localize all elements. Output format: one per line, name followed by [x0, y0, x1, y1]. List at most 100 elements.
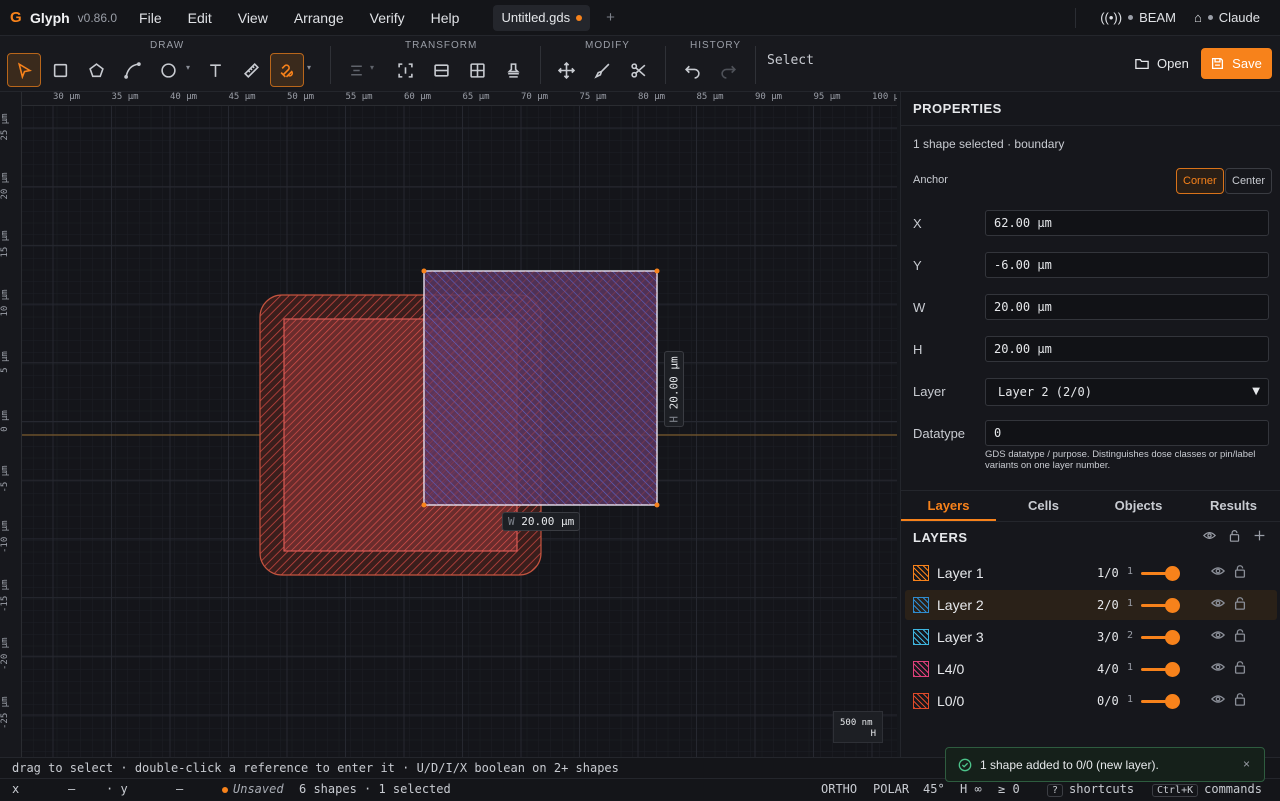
eye-icon[interactable]	[1203, 529, 1216, 542]
snap-tool-button[interactable]	[270, 53, 304, 87]
distribute-icon	[433, 63, 449, 77]
fit-selection-button[interactable]	[388, 53, 422, 87]
opacity-slider-handle[interactable]	[1165, 598, 1180, 613]
tab-layers[interactable]: Layers	[901, 491, 996, 521]
layer-name: Layer 1	[937, 565, 984, 581]
h-input[interactable]: 20.00 µm	[985, 336, 1269, 362]
unlock-icon[interactable]	[1233, 564, 1247, 583]
eye-icon[interactable]	[1210, 596, 1226, 615]
eye-icon[interactable]	[1210, 692, 1226, 711]
claude-connection[interactable]: ⌂ Claude	[1194, 10, 1260, 25]
eye-icon[interactable]	[1210, 628, 1226, 647]
w-input[interactable]: 20.00 µm	[985, 294, 1269, 320]
layer-row[interactable]: Layer 3 3/0 2	[905, 622, 1277, 652]
commands-button[interactable]: Ctrl+K commands	[1152, 779, 1262, 801]
path-tool-button[interactable]	[115, 53, 149, 87]
menu-edit[interactable]: Edit	[188, 10, 212, 26]
opacity-slider-handle[interactable]	[1165, 566, 1180, 581]
resize-handle[interactable]	[421, 268, 427, 274]
ruler-left[interactable]: 25 µm 20 µm 15 µm 10 µm 5 µm 0 µm -5 µm -10 µm -…	[0, 92, 22, 757]
curve-icon	[123, 61, 141, 79]
datatype-label: Datatype	[913, 426, 966, 441]
eye-icon[interactable]	[1210, 564, 1226, 583]
new-tab-button[interactable]: +	[606, 9, 615, 26]
toolbar-divider	[755, 46, 756, 84]
layer-shape-count: 1	[1127, 598, 1134, 609]
polygon-tool-button[interactable]	[79, 53, 113, 87]
plus-icon[interactable]	[1253, 529, 1266, 542]
ruler-top[interactable]: 30 µm 35 µm 40 µm 45 µm 50 µm 55 µm 60 µm 65 µm…	[0, 92, 897, 106]
cut-button[interactable]	[621, 53, 655, 87]
y-input[interactable]: -6.00 µm	[985, 252, 1269, 278]
ortho-toggle[interactable]: ORTHO	[821, 779, 857, 800]
tab-cells[interactable]: Cells	[996, 491, 1091, 521]
shape-layer2-crosshatch	[424, 271, 657, 505]
ruler-tool-button[interactable]	[234, 53, 268, 87]
layer-row[interactable]: Layer 2 2/0 1	[905, 590, 1277, 620]
tab-results[interactable]: Results	[1186, 491, 1280, 521]
menu-file[interactable]: File	[139, 10, 162, 26]
unlock-icon[interactable]	[1233, 660, 1247, 679]
layer-row[interactable]: L4/0 4/0 1	[905, 654, 1277, 684]
move-button[interactable]	[549, 53, 583, 87]
tab-objects[interactable]: Objects	[1091, 491, 1186, 521]
circle-icon	[160, 62, 176, 78]
rectangle-tool-button[interactable]	[43, 53, 77, 87]
x-input[interactable]: 62.00 µm	[985, 210, 1269, 236]
unlock-icon[interactable]	[1228, 529, 1241, 542]
layer-name: Layer 3	[937, 629, 984, 645]
save-button[interactable]: Save	[1201, 48, 1272, 79]
unlock-icon[interactable]	[1233, 692, 1247, 711]
distribute-button[interactable]	[424, 53, 458, 87]
circle-tool-button[interactable]	[151, 53, 185, 87]
claude-label: Claude	[1218, 10, 1260, 25]
anchor-center-button[interactable]: Center	[1225, 168, 1273, 194]
chevron-down-icon[interactable]: ▾	[186, 63, 190, 72]
unlock-icon[interactable]	[1233, 596, 1247, 615]
x-label: X	[913, 216, 922, 231]
opacity-slider-handle[interactable]	[1165, 662, 1180, 677]
chevron-down-icon[interactable]: ▾	[307, 63, 311, 72]
array-button[interactable]	[460, 53, 494, 87]
layer-row[interactable]: L0/0 0/0 1	[905, 686, 1277, 716]
menu-verify[interactable]: Verify	[370, 10, 405, 26]
magnet-icon	[280, 63, 293, 77]
layout-canvas[interactable]: 30 µm 35 µm 40 µm 45 µm 50 µm 55 µm 60 µm 65 µm…	[0, 92, 897, 757]
ruler-y-tick: -10 µm	[0, 520, 10, 553]
document-tab[interactable]: Untitled.gds	[493, 4, 591, 31]
toast-notification: 1 shape added to 0/0 (new layer). ×	[945, 747, 1265, 782]
anchor-corner-button[interactable]: Corner	[1176, 168, 1224, 194]
resize-handle[interactable]	[421, 502, 427, 508]
layer-name: L0/0	[937, 693, 965, 709]
stamp-button[interactable]	[496, 53, 530, 87]
ge-limit: ≥ 0	[998, 782, 1020, 796]
cursor-x-label: x	[12, 782, 20, 796]
redo-button[interactable]	[711, 53, 745, 87]
resize-handle[interactable]	[654, 502, 660, 508]
open-button[interactable]: Open	[1125, 48, 1199, 79]
layer-row[interactable]: Layer 1 1/0 1	[905, 558, 1277, 588]
select-tool-button[interactable]	[7, 53, 41, 87]
beam-connection[interactable]: ((•)) BEAM	[1100, 10, 1176, 25]
menu-arrange[interactable]: Arrange	[294, 10, 344, 26]
unlock-icon[interactable]	[1233, 628, 1247, 647]
opacity-slider-handle[interactable]	[1165, 630, 1180, 645]
chevron-down-icon[interactable]: ▾	[370, 63, 374, 72]
resize-handle[interactable]	[654, 268, 660, 274]
menu-view[interactable]: View	[238, 10, 268, 26]
canvas-drawing[interactable]	[0, 92, 897, 757]
undo-button[interactable]	[675, 53, 709, 87]
paint-button[interactable]	[585, 53, 619, 87]
shortcuts-button[interactable]: ? shortcuts	[1047, 779, 1134, 801]
opacity-slider-handle[interactable]	[1165, 694, 1180, 709]
angle-snap[interactable]: 45°	[923, 779, 945, 800]
close-icon[interactable]: ×	[1243, 757, 1250, 771]
ruler-icon	[243, 62, 259, 78]
polar-toggle[interactable]: POLAR	[873, 779, 909, 800]
datatype-input[interactable]: 0	[985, 420, 1269, 446]
layer-select[interactable]: Layer 2 (2/0) ▼	[985, 378, 1269, 406]
menu-help[interactable]: Help	[431, 10, 460, 26]
eye-icon[interactable]	[1210, 660, 1226, 679]
text-tool-button[interactable]	[198, 53, 232, 87]
align-button[interactable]	[339, 53, 373, 87]
